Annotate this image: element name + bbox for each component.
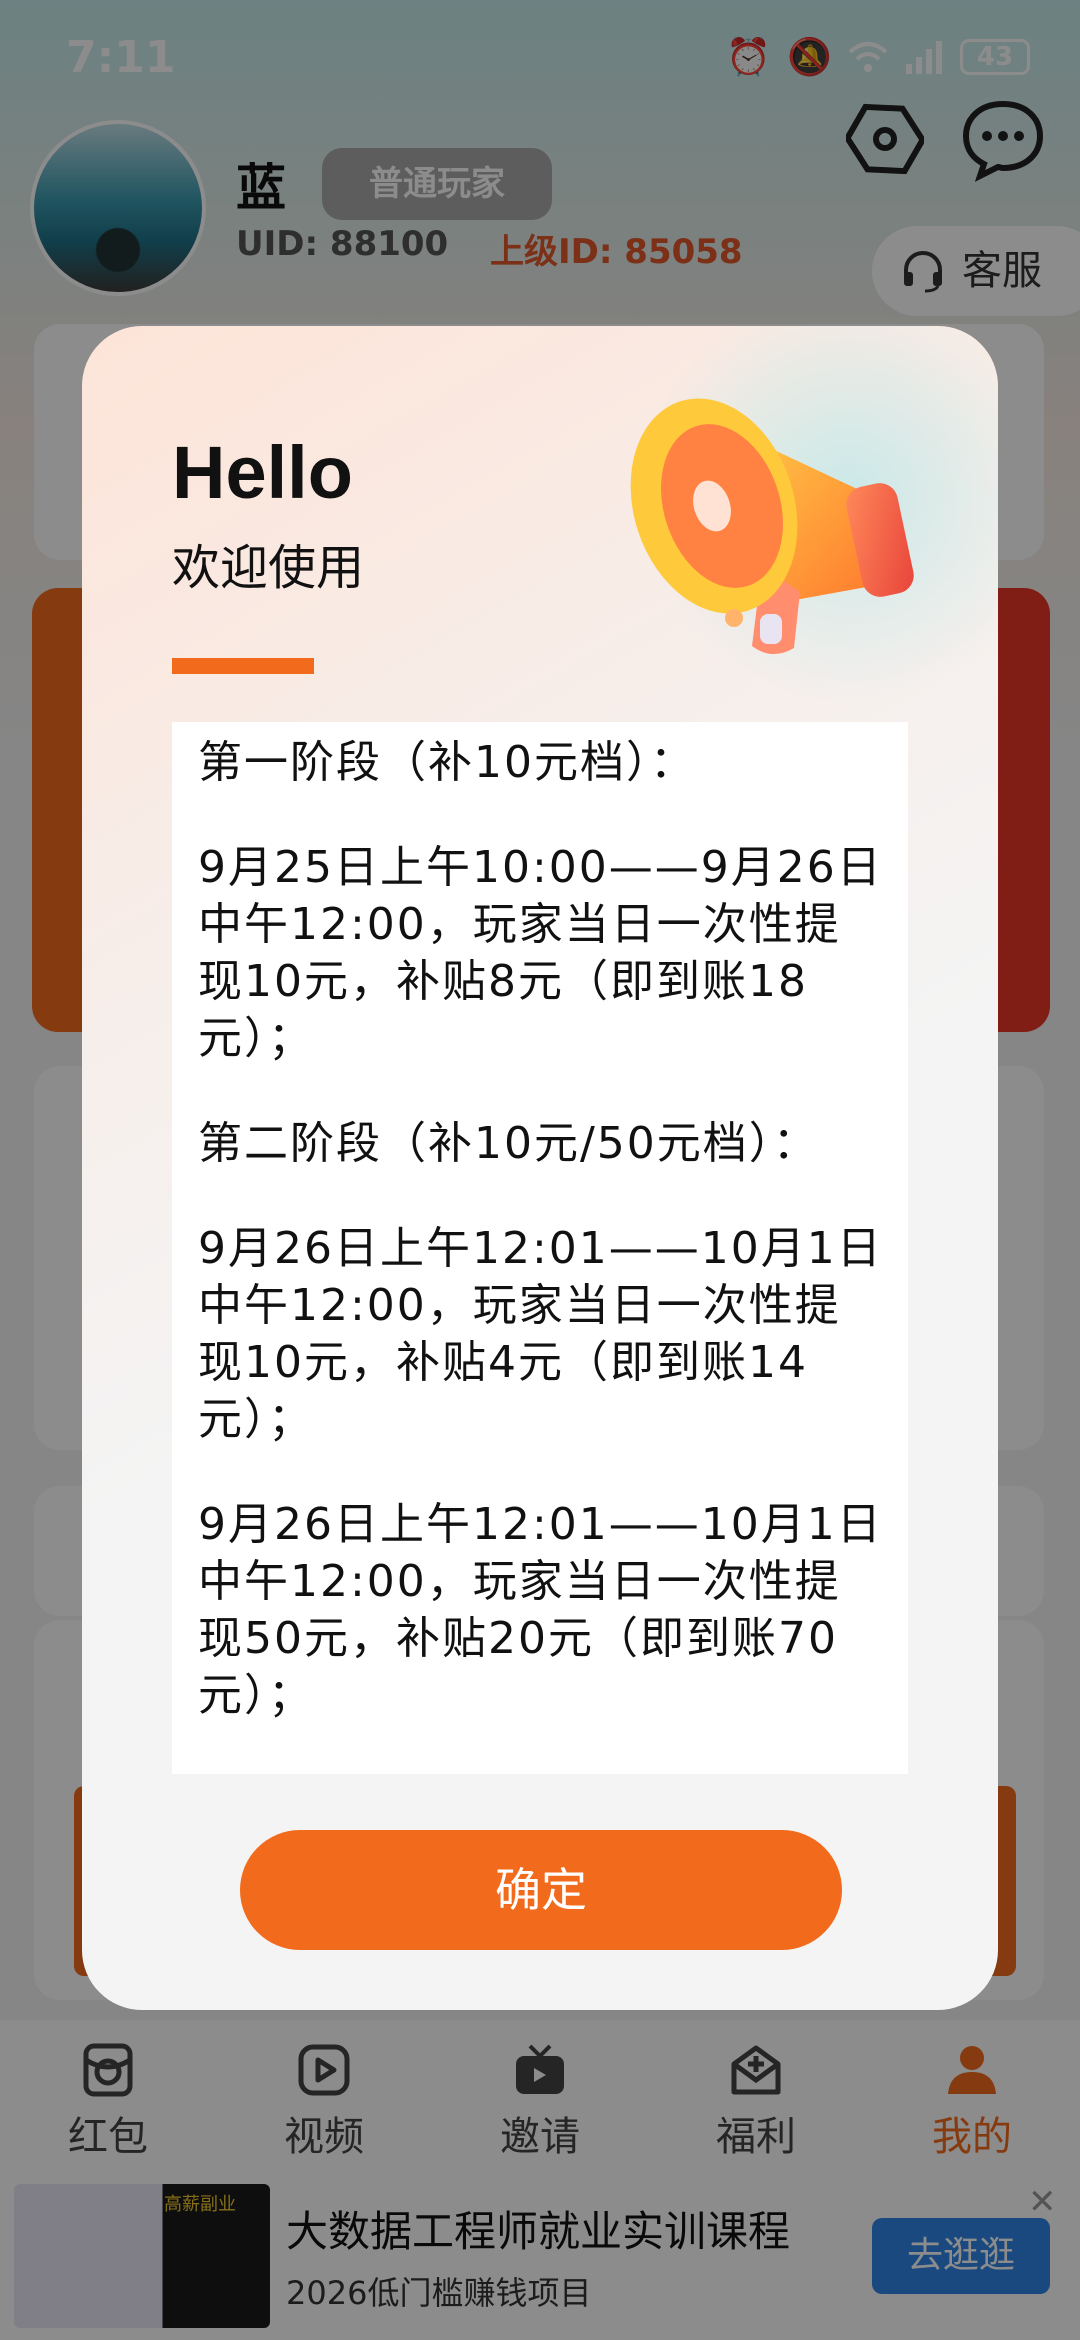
announcement-content[interactable]: 第一阶段（补10元档）： 9月25日上午10:00——9月26日中午12:00，… [172, 722, 908, 1774]
announcement-paragraph: 9月26日上午12:01——10月1日中午12:00，玩家当日一次性提现10元，… [198, 1223, 883, 1445]
announcement-paragraph: 9月26日上午12:01——10月1日中午12:00，玩家当日一次性提现50元，… [198, 1499, 883, 1721]
dialog-hello: Hello [172, 431, 353, 514]
megaphone-icon [630, 398, 914, 655]
announcement-paragraph: 第一阶段（补10元档）： [198, 737, 696, 788]
confirm-button[interactable]: 确定 [240, 1830, 842, 1950]
announcement-paragraph: 第二阶段（补10元/50元档）： [198, 1118, 819, 1169]
announcement-dialog: Hello 欢迎使用 第一阶段（补10元档）： 9月25日上午10:00——9月… [82, 326, 998, 2010]
dialog-divider [172, 658, 314, 674]
dialog-welcome: 欢迎使用 [172, 540, 365, 596]
announcement-paragraph: 9月25日上午10:00——9月26日中午12:00，玩家当日一次性提现10元，… [198, 842, 883, 1064]
